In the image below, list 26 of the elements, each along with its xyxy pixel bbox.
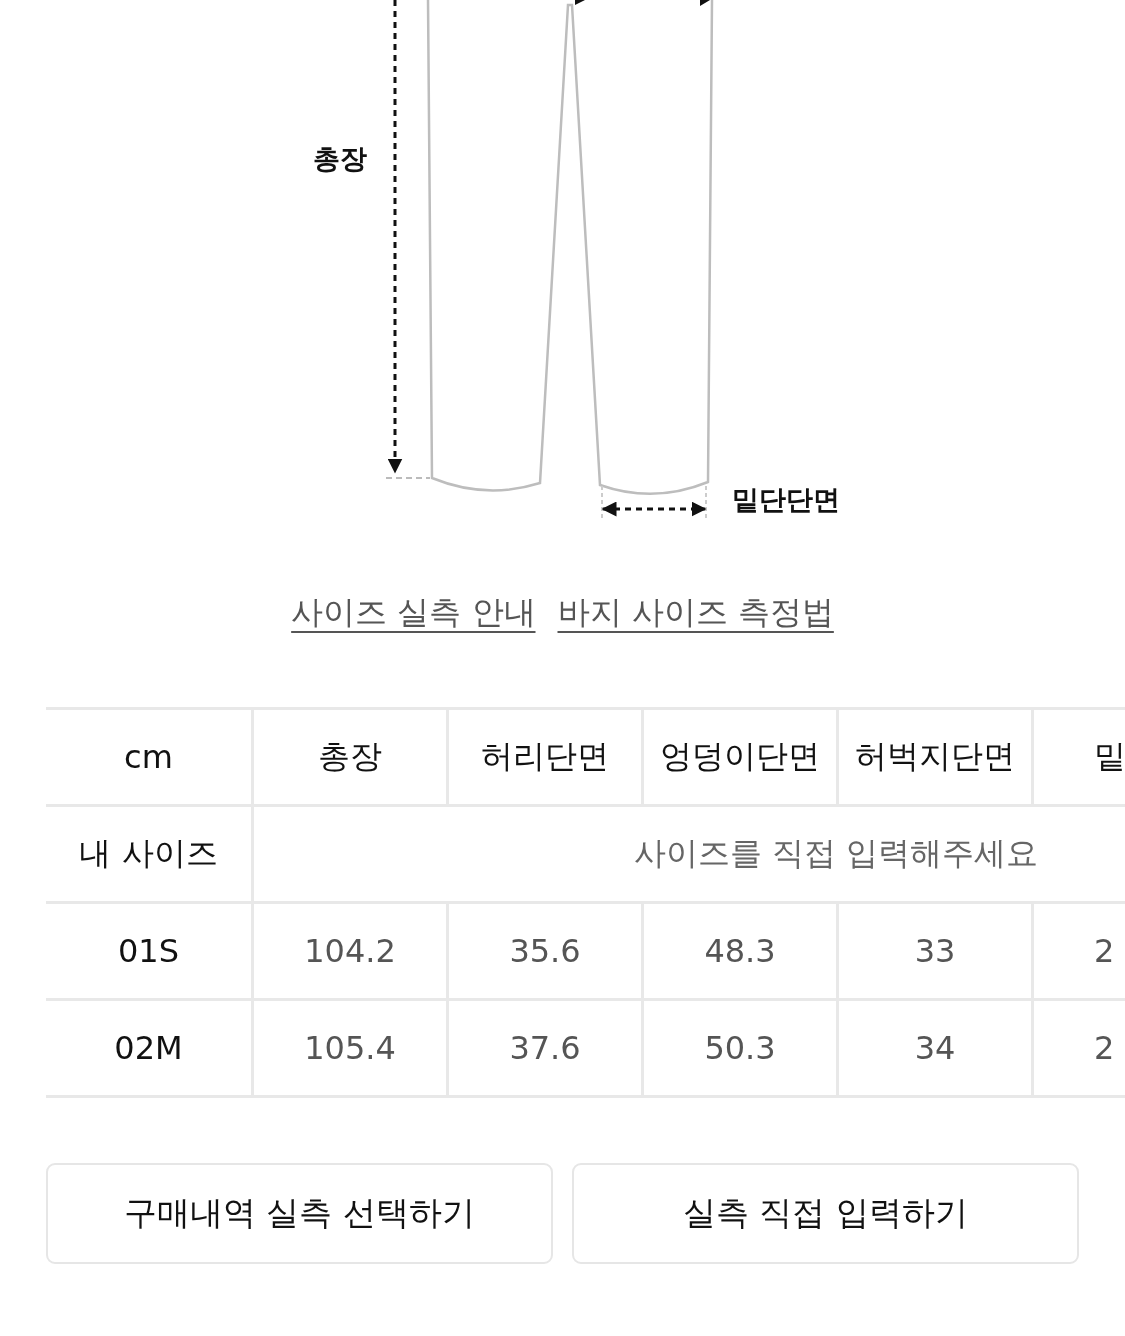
size-cell: 01S (46, 904, 254, 1001)
column-header: 허벅지단면 (839, 710, 1034, 807)
size-cell: 02M (46, 1001, 254, 1098)
table-cell: 48.3 (644, 904, 839, 1001)
action-button[interactable]: 실측 직접 입력하기 (572, 1163, 1079, 1264)
table-cell: 35.6 (449, 904, 644, 1001)
guide-link[interactable]: 바지 사이즈 측정법 (557, 591, 834, 635)
my-size-prompt[interactable]: 사이즈를 직접 입력해주세요 (254, 807, 1125, 904)
column-header: 총장 (254, 710, 449, 807)
action-button[interactable]: 구매내역 실측 선택하기 (46, 1163, 553, 1264)
column-header: 허리단면 (449, 710, 644, 807)
table-cell: 2 (1034, 904, 1125, 1001)
row-header: 내 사이즈 (46, 807, 254, 904)
table-cell: 105.4 (254, 1001, 449, 1098)
measurement-label: 밑단단면 (732, 484, 840, 515)
measurement-label: 총장 (313, 143, 367, 174)
table-cell: 104.2 (254, 904, 449, 1001)
column-header: cm (46, 710, 254, 807)
table-cell: 33 (839, 904, 1034, 1001)
table-cell: 50.3 (644, 1001, 839, 1098)
guide-link[interactable]: 사이즈 실측 안내 (291, 591, 536, 635)
table-cell: 34 (839, 1001, 1034, 1098)
table-cell: 37.6 (449, 1001, 644, 1098)
column-header: 밑 (1034, 710, 1125, 807)
column-header: 엉덩이단면 (644, 710, 839, 807)
table-cell: 2 (1034, 1001, 1125, 1098)
